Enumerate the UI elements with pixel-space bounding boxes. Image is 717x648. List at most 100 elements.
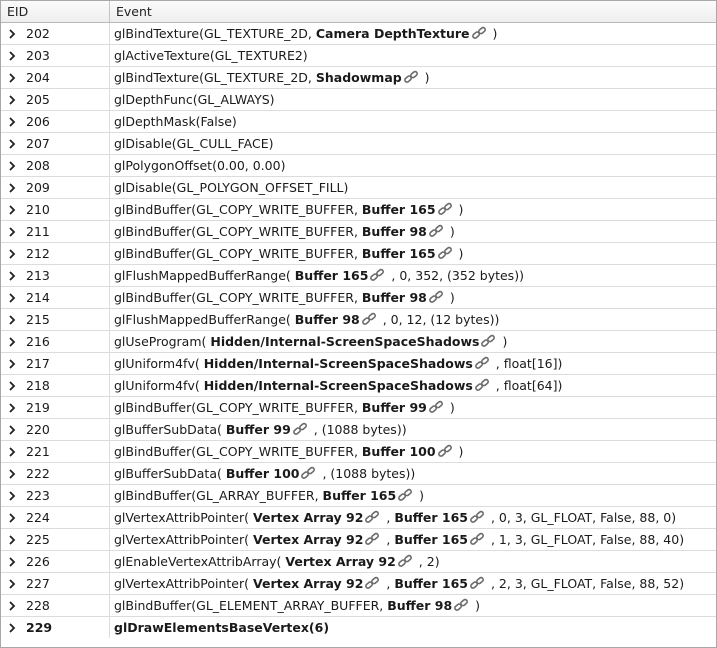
chevron-right-icon[interactable] bbox=[7, 271, 17, 281]
resource-link[interactable]: Buffer 165 bbox=[394, 532, 468, 547]
chevron-right-icon[interactable] bbox=[7, 29, 17, 39]
resource-link[interactable]: Vertex Array 92 bbox=[253, 510, 363, 525]
resource-link[interactable]: Hidden/Internal-ScreenSpaceShadows bbox=[204, 378, 473, 393]
chevron-right-icon[interactable] bbox=[7, 161, 17, 171]
event-row[interactable]: 207 glDisable(GL_CULL_FACE) bbox=[1, 133, 716, 155]
resource-link[interactable]: Buffer 98 bbox=[362, 224, 427, 239]
event-row[interactable]: 213 glFlushMappedBufferRange( Buffer 165 … bbox=[1, 265, 716, 287]
chain-link-icon[interactable] bbox=[292, 422, 308, 436]
resource-link[interactable]: Buffer 98 bbox=[295, 312, 360, 327]
chain-link-icon[interactable] bbox=[437, 202, 453, 216]
chain-link-icon[interactable] bbox=[364, 510, 380, 524]
chevron-right-icon[interactable] bbox=[7, 205, 17, 215]
chain-link-icon[interactable] bbox=[474, 378, 490, 392]
chevron-right-icon[interactable] bbox=[7, 425, 17, 435]
event-row[interactable]: 220 glBufferSubData( Buffer 99 , (1088 by… bbox=[1, 419, 716, 441]
resource-link[interactable]: Buffer 165 bbox=[394, 576, 468, 591]
resource-link[interactable]: Buffer 165 bbox=[323, 488, 397, 503]
chevron-right-icon[interactable] bbox=[7, 601, 17, 611]
resource-link[interactable]: Buffer 165 bbox=[362, 202, 436, 217]
event-row[interactable]: 224 glVertexAttribPointer( Vertex Array 9… bbox=[1, 507, 716, 529]
resource-link[interactable]: Camera DepthTexture bbox=[316, 26, 470, 41]
chevron-right-icon[interactable] bbox=[7, 557, 17, 567]
event-row[interactable]: 204 glBindTexture(GL_TEXTURE_2D, Shadowma… bbox=[1, 67, 716, 89]
event-browser-tree[interactable]: EID Event 202 glBindTexture(GL_TEXTURE_2D… bbox=[0, 0, 717, 648]
resource-link[interactable]: Buffer 98 bbox=[362, 290, 427, 305]
column-header-eid[interactable]: EID bbox=[1, 1, 110, 22]
event-row[interactable]: 206 glDepthMask(False) bbox=[1, 111, 716, 133]
chain-link-icon[interactable] bbox=[369, 268, 385, 282]
chevron-right-icon[interactable] bbox=[7, 95, 17, 105]
event-row[interactable]: 209 glDisable(GL_POLYGON_OFFSET_FILL) bbox=[1, 177, 716, 199]
chain-link-icon[interactable] bbox=[469, 532, 485, 546]
resource-link[interactable]: Vertex Array 92 bbox=[253, 576, 363, 591]
resource-link[interactable]: Vertex Array 92 bbox=[253, 532, 363, 547]
chevron-right-icon[interactable] bbox=[7, 117, 17, 127]
chevron-right-icon[interactable] bbox=[7, 469, 17, 479]
event-row[interactable]: 216 glUseProgram( Hidden/Internal-ScreenS… bbox=[1, 331, 716, 353]
chevron-right-icon[interactable] bbox=[7, 51, 17, 61]
chain-link-icon[interactable] bbox=[428, 400, 444, 414]
event-row[interactable]: 222 glBufferSubData( Buffer 100 , (1088 b… bbox=[1, 463, 716, 485]
chevron-right-icon[interactable] bbox=[7, 139, 17, 149]
resource-link[interactable]: Buffer 99 bbox=[226, 422, 291, 437]
chevron-right-icon[interactable] bbox=[7, 447, 17, 457]
chevron-right-icon[interactable] bbox=[7, 535, 17, 545]
resource-link[interactable]: Buffer 100 bbox=[362, 444, 436, 459]
chain-link-icon[interactable] bbox=[300, 466, 316, 480]
event-row[interactable]: 208 glPolygonOffset(0.00, 0.00) bbox=[1, 155, 716, 177]
chain-link-icon[interactable] bbox=[469, 576, 485, 590]
event-row[interactable]: 217 glUniform4fv( Hidden/Internal-ScreenS… bbox=[1, 353, 716, 375]
chain-link-icon[interactable] bbox=[480, 334, 496, 348]
chain-link-icon[interactable] bbox=[403, 70, 419, 84]
event-row[interactable]: 221 glBindBuffer(GL_COPY_WRITE_BUFFER, Bu… bbox=[1, 441, 716, 463]
event-row[interactable]: 223 glBindBuffer(GL_ARRAY_BUFFER, Buffer … bbox=[1, 485, 716, 507]
resource-link[interactable]: Buffer 100 bbox=[226, 466, 300, 481]
event-row[interactable]: 229 glDrawElementsBaseVertex(6) bbox=[1, 617, 716, 639]
event-row[interactable]: 203 glActiveTexture(GL_TEXTURE2) bbox=[1, 45, 716, 67]
chain-link-icon[interactable] bbox=[364, 576, 380, 590]
chain-link-icon[interactable] bbox=[428, 224, 444, 238]
chevron-right-icon[interactable] bbox=[7, 359, 17, 369]
event-row[interactable]: 215 glFlushMappedBufferRange( Buffer 98 ,… bbox=[1, 309, 716, 331]
resource-link[interactable]: Buffer 165 bbox=[295, 268, 369, 283]
event-row[interactable]: 211 glBindBuffer(GL_COPY_WRITE_BUFFER, Bu… bbox=[1, 221, 716, 243]
resource-link[interactable]: Vertex Array 92 bbox=[285, 554, 395, 569]
chain-link-icon[interactable] bbox=[397, 488, 413, 502]
chevron-right-icon[interactable] bbox=[7, 293, 17, 303]
chain-link-icon[interactable] bbox=[397, 554, 413, 568]
chevron-right-icon[interactable] bbox=[7, 381, 17, 391]
chain-link-icon[interactable] bbox=[428, 290, 444, 304]
resource-link[interactable]: Hidden/Internal-ScreenSpaceShadows bbox=[204, 356, 473, 371]
event-row[interactable]: 214 glBindBuffer(GL_COPY_WRITE_BUFFER, Bu… bbox=[1, 287, 716, 309]
resource-link[interactable]: Buffer 165 bbox=[362, 246, 436, 261]
chevron-right-icon[interactable] bbox=[7, 249, 17, 259]
chevron-right-icon[interactable] bbox=[7, 227, 17, 237]
chain-link-icon[interactable] bbox=[361, 312, 377, 326]
chevron-right-icon[interactable] bbox=[7, 403, 17, 413]
event-row[interactable]: 210 glBindBuffer(GL_COPY_WRITE_BUFFER, Bu… bbox=[1, 199, 716, 221]
chevron-right-icon[interactable] bbox=[7, 491, 17, 501]
chevron-right-icon[interactable] bbox=[7, 315, 17, 325]
chain-link-icon[interactable] bbox=[437, 246, 453, 260]
event-row[interactable]: 228 glBindBuffer(GL_ELEMENT_ARRAY_BUFFER,… bbox=[1, 595, 716, 617]
event-row[interactable]: 218 glUniform4fv( Hidden/Internal-ScreenS… bbox=[1, 375, 716, 397]
event-row[interactable]: 219 glBindBuffer(GL_COPY_WRITE_BUFFER, Bu… bbox=[1, 397, 716, 419]
resource-link[interactable]: Shadowmap bbox=[316, 70, 402, 85]
event-row[interactable]: 225 glVertexAttribPointer( Vertex Array 9… bbox=[1, 529, 716, 551]
resource-link[interactable]: Buffer 165 bbox=[394, 510, 468, 525]
chain-link-icon[interactable] bbox=[474, 356, 490, 370]
chain-link-icon[interactable] bbox=[453, 598, 469, 612]
event-row[interactable]: 227 glVertexAttribPointer( Vertex Array 9… bbox=[1, 573, 716, 595]
resource-link[interactable]: Buffer 99 bbox=[362, 400, 427, 415]
resource-link[interactable]: Hidden/Internal-ScreenSpaceShadows bbox=[210, 334, 479, 349]
event-row[interactable]: 202 glBindTexture(GL_TEXTURE_2D, Camera D… bbox=[1, 23, 716, 45]
chevron-right-icon[interactable] bbox=[7, 337, 17, 347]
chevron-right-icon[interactable] bbox=[7, 579, 17, 589]
event-row[interactable]: 226 glEnableVertexAttribArray( Vertex Arr… bbox=[1, 551, 716, 573]
event-row[interactable]: 212 glBindBuffer(GL_COPY_WRITE_BUFFER, Bu… bbox=[1, 243, 716, 265]
chain-link-icon[interactable] bbox=[364, 532, 380, 546]
event-row[interactable]: 205 glDepthFunc(GL_ALWAYS) bbox=[1, 89, 716, 111]
chevron-right-icon[interactable] bbox=[7, 623, 17, 633]
chain-link-icon[interactable] bbox=[469, 510, 485, 524]
